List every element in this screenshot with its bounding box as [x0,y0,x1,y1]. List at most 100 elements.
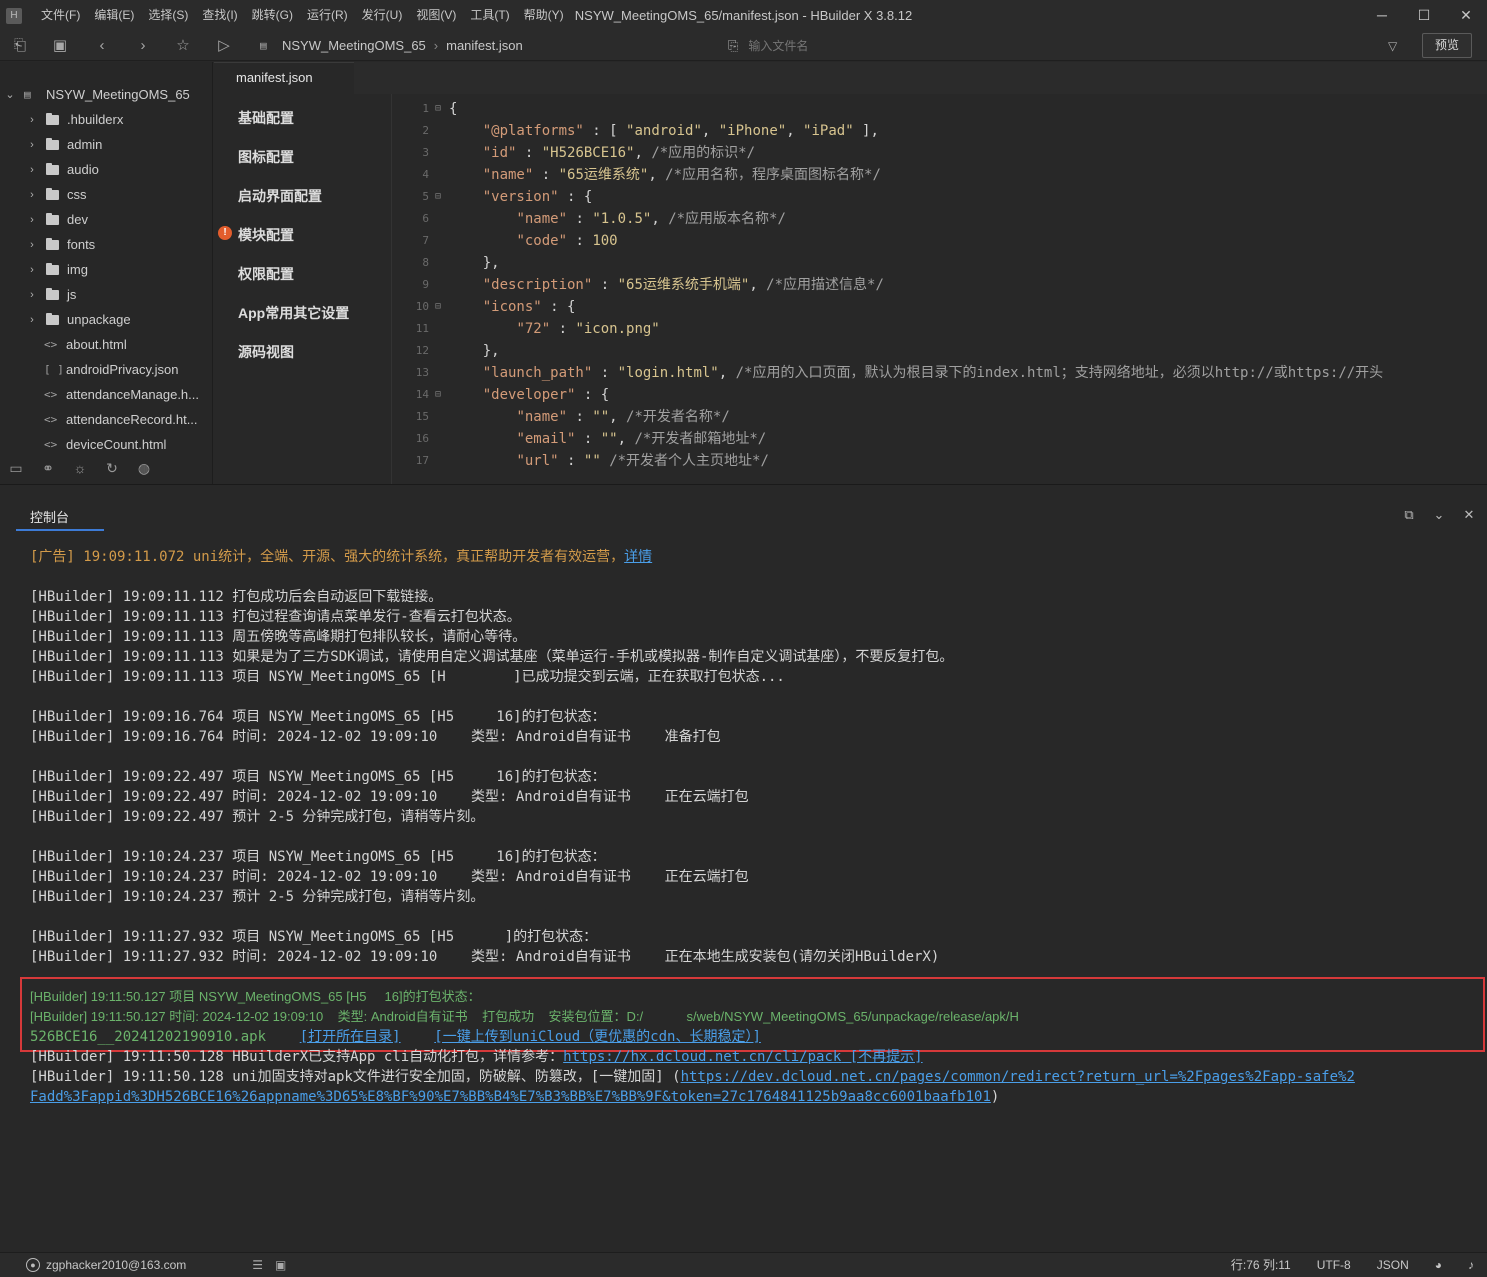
menu-item[interactable]: 文件(F) [34,0,87,31]
code-editor[interactable]: 1 ⊟ {2 "@platforms" : [ "android", "iPhone… [393,94,1487,484]
chevron-right-icon[interactable]: › [26,164,38,176]
file-search-input[interactable] [748,39,1349,53]
safe-link-part-1[interactable]: https://dev.dcloud.net.cn/pages/common/r… [681,1069,1355,1085]
chevron-down-icon[interactable]: ⌄ [1431,507,1447,523]
open-directory-link[interactable]: [打开所在目录] [300,1029,401,1045]
config-source-view[interactable]: 源码视图 [238,342,294,362]
code-line[interactable]: 8 }, [393,252,1487,274]
run-icon[interactable]: ▷ [214,36,234,56]
tab-console[interactable]: 控制台 [16,507,104,531]
config-icons[interactable]: 图标配置 [238,147,294,167]
upload-unicloud-link[interactable]: [一键上传到uniCloud（更优惠的cdn、长期稳定）] [434,1029,761,1045]
config-basic[interactable]: 基础配置 [238,108,294,128]
minimize-icon[interactable]: ─ [1361,0,1403,31]
plugin-icon[interactable]: ⚭ [38,460,58,477]
save-icon[interactable]: ▣ [50,36,70,56]
fold-icon[interactable]: ⊟ [435,296,441,318]
refresh-icon[interactable]: ↻ [102,460,122,477]
sidebar-tree-item[interactable]: › .hbuilderx [0,107,213,132]
chevron-right-icon[interactable]: › [26,239,38,251]
safe-link-part-2[interactable]: Fadd%3Fappid%3DH526BCE16%26appname%3D65%… [30,1089,991,1105]
menu-item[interactable]: 运行(R) [300,0,355,31]
menu-item[interactable]: 编辑(E) [87,0,141,31]
maximize-icon[interactable]: ☐ [1403,0,1445,31]
chevron-right-icon[interactable]: › [26,114,38,126]
chevron-right-icon[interactable]: › [26,289,38,301]
clear-console-icon[interactable]: ✕ [1461,507,1477,523]
code-line[interactable]: 11 "72" : "icon.png" [393,318,1487,340]
fold-icon[interactable]: ⊟ [435,186,441,208]
sidebar-tree-item[interactable]: › css [0,182,213,207]
open-external-icon[interactable]: ⧉ [1401,507,1417,523]
sidebar-tree-item[interactable]: › dev [0,207,213,232]
code-line[interactable]: 7 "code" : 100 [393,230,1487,252]
code-line[interactable]: 1 ⊟ { [393,98,1487,120]
new-file-icon[interactable]: ⎗ [10,36,30,56]
forward-icon[interactable]: › [133,36,153,56]
filter-icon[interactable]: ▽ [1388,39,1397,53]
sidebar-tree-item[interactable]: › js [0,282,213,307]
sidebar-tree-item[interactable]: <> about.html [0,332,213,357]
code-line[interactable]: 6 "name" : "1.0.5", /*应用版本名称*/ [393,208,1487,230]
config-app-other[interactable]: App常用其它设置 [238,303,349,323]
code-line[interactable]: 5 ⊟ "version" : { [393,186,1487,208]
chevron-right-icon[interactable]: › [26,139,38,151]
code-line[interactable]: 16 "email" : "", /*开发者邮箱地址*/ [393,428,1487,450]
code-line[interactable]: 15 "name" : "", /*开发者名称*/ [393,406,1487,428]
config-splash[interactable]: 启动界面配置 [238,186,322,206]
cli-pack-link[interactable]: https://hx.dcloud.net.cn/cli/pack [563,1049,841,1065]
code-line[interactable]: 3 "id" : "H526BCE16", /*应用的标识*/ [393,142,1487,164]
code-line[interactable]: 9 "description" : "65运维系统手机端", /*应用描述信息*… [393,274,1487,296]
dont-show-again-link[interactable]: [不再提示] [841,1049,923,1065]
menu-item[interactable]: 查找(I) [195,0,244,31]
breadcrumb-project[interactable]: NSYW_MeetingOMS_65 [282,31,426,61]
sidebar-tree-item[interactable]: <> attendanceRecord.ht... [0,407,213,432]
chevron-right-icon[interactable]: › [26,314,38,326]
star-icon[interactable]: ☆ [173,36,193,56]
code-line[interactable]: 2 "@platforms" : [ "android", "iPhone", … [393,120,1487,142]
menu-item[interactable]: 跳转(G) [245,0,300,31]
sidebar-tree-item[interactable]: › fonts [0,232,213,257]
tab-manifest-json[interactable]: manifest.json [214,62,354,94]
menu-item[interactable]: 发行(U) [355,0,410,31]
code-line[interactable]: 17 "url" : "" /*开发者个人主页地址*/ [393,450,1487,472]
config-permissions[interactable]: 权限配置 [238,264,294,284]
encoding[interactable]: UTF-8 [1304,1253,1364,1277]
sidebar-tree-item[interactable]: › admin [0,132,213,157]
debug-icon[interactable]: ☼ [70,460,90,476]
project-root[interactable]: ⌄ ▤ NSYW_MeetingOMS_65 [0,82,213,107]
close-icon[interactable]: ✕ [1445,0,1487,31]
code-line[interactable]: 10 ⊟ "icons" : { [393,296,1487,318]
cursor-position[interactable]: 行:76 列:11 [1218,1253,1304,1277]
sidebar-tree-item[interactable]: › audio [0,157,213,182]
code-line[interactable]: 4 "name" : "65运维系统", /*应用名称，程序桌面图标名称*/ [393,164,1487,186]
bell-icon[interactable]: ♪ [1455,1253,1487,1277]
menu-item[interactable]: 选择(S) [141,0,195,31]
sidebar-tree-item[interactable]: <> attendanceManage.h... [0,382,213,407]
sidebar-tree-item[interactable]: › img [0,257,213,282]
sidebar-tree-item[interactable]: › unpackage [0,307,213,332]
sidebar-tree-item[interactable]: [ ] androidPrivacy.json [0,357,213,382]
menu-item[interactable]: 工具(T) [463,0,516,31]
language-mode[interactable]: JSON [1364,1253,1422,1277]
menu-item[interactable]: 视图(V) [409,0,463,31]
user-info[interactable]: ● zgphacker2010@163.com ☰ ▣ [26,1253,286,1277]
config-modules[interactable]: 模块配置 [238,225,294,245]
preview-button[interactable]: 预览 [1422,33,1472,58]
code-line[interactable]: 14 ⊟ "developer" : { [393,384,1487,406]
list-icon[interactable]: ☰ [252,1253,263,1277]
fold-icon[interactable]: ⊟ [435,98,441,120]
fold-icon[interactable]: ⊟ [435,384,441,406]
menu-item[interactable]: 帮助(Y) [517,0,571,31]
globe-icon[interactable]: ◍ [134,460,154,477]
back-icon[interactable]: ‹ [92,36,112,56]
breadcrumb-file[interactable]: manifest.json [446,31,523,61]
chevron-right-icon[interactable]: › [26,264,38,276]
chevron-right-icon[interactable]: › [26,189,38,201]
ad-details-link[interactable]: 详情 [624,549,652,565]
explorer-icon[interactable]: ▭ [6,460,26,477]
code-line[interactable]: 13 "launch_path" : "login.html", /*应用的入口… [393,362,1487,384]
sync-icon[interactable]: ◕ [1422,1253,1455,1277]
code-line[interactable]: 12 }, [393,340,1487,362]
chevron-right-icon[interactable]: › [26,214,38,226]
